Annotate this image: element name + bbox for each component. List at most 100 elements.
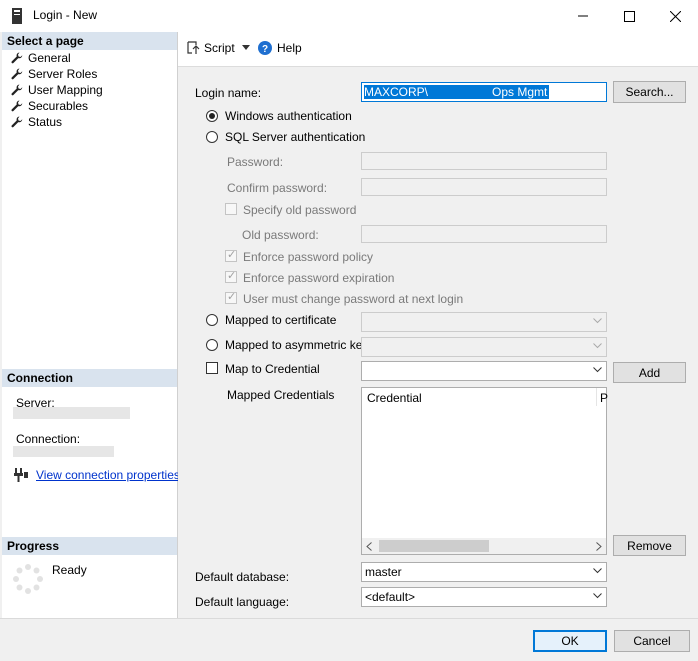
dialog-footer: OK Cancel <box>0 618 698 661</box>
connection-value-redacted <box>13 446 114 457</box>
wrench-icon <box>11 100 23 112</box>
close-icon <box>669 10 681 22</box>
connection-label: Connection: <box>16 432 81 446</box>
chevron-down-icon <box>593 367 602 373</box>
connection-properties-icon <box>13 468 29 485</box>
script-dropdown-arrow-icon[interactable] <box>242 45 250 50</box>
sidebar-item-label: Status <box>28 115 63 129</box>
maximize-button[interactable] <box>606 0 652 32</box>
default-language-label: Default language: <box>195 595 290 609</box>
mapped-asym-key-radio[interactable] <box>206 339 218 351</box>
enforce-policy-checkbox[interactable] <box>225 248 237 262</box>
windows-auth-label: Windows authentication <box>225 109 352 123</box>
close-button[interactable] <box>652 0 698 32</box>
scrollbar-thumb[interactable] <box>379 540 489 552</box>
specify-old-password-checkbox[interactable] <box>225 203 237 215</box>
help-label: Help <box>277 41 302 55</box>
progress-header: Progress <box>2 537 177 555</box>
specify-old-password-label: Specify old password <box>243 203 357 217</box>
sidebar-item-status[interactable]: Status <box>11 114 62 130</box>
old-password-input[interactable] <box>361 225 607 243</box>
chevron-down-icon <box>593 343 602 349</box>
title-bar: Login - New <box>0 0 698 32</box>
old-password-label: Old password: <box>242 228 319 242</box>
default-database-label: Default database: <box>195 570 290 584</box>
enforce-policy-label: Enforce password policy <box>243 250 374 264</box>
main-panel: Script ? Help Login name: MAXCORP\ Ops M… <box>178 32 698 618</box>
login-name-label: Login name: <box>195 86 262 100</box>
sidebar-item-server-roles[interactable]: Server Roles <box>11 66 97 82</box>
sidebar-item-label: User Mapping <box>28 83 103 97</box>
default-database-value: master <box>365 565 402 579</box>
help-icon: ? <box>258 41 272 55</box>
must-change-label: User must change password at next login <box>243 292 464 306</box>
map-credential-label: Map to Credential <box>225 362 320 376</box>
mapped-credentials-label: Mapped Credentials <box>227 388 335 402</box>
toolbar: Script ? Help <box>178 32 698 66</box>
default-language-value: <default> <box>365 590 416 604</box>
login-name-selection: MAXCORP\ Ops Mgmt <box>364 85 550 99</box>
mapped-certificate-label: Mapped to certificate <box>225 313 337 327</box>
horizontal-scrollbar[interactable] <box>362 538 606 554</box>
default-database-combo[interactable]: master <box>361 562 607 582</box>
minimize-button[interactable] <box>560 0 606 32</box>
app-icon <box>11 8 23 24</box>
mapped-certificate-radio[interactable] <box>206 314 218 326</box>
maximize-icon <box>623 10 635 22</box>
add-button[interactable]: Add <box>613 362 686 383</box>
confirm-password-label: Confirm password: <box>227 181 328 195</box>
toolbar-separator <box>178 66 698 67</box>
connection-header: Connection <box>2 369 177 387</box>
scroll-left-icon[interactable] <box>366 542 372 551</box>
login-name-suffix: Ops Mgmt <box>492 85 548 99</box>
sidebar-item-label: Server Roles <box>28 67 98 81</box>
credential-combo[interactable] <box>361 361 607 381</box>
password-input[interactable] <box>361 152 607 170</box>
login-new-window: Login - New Select a page General Server… <box>0 0 698 661</box>
mapped-asym-key-label: Mapped to asymmetric key <box>225 338 369 352</box>
enforce-expiration-checkbox[interactable] <box>225 269 237 283</box>
enforce-expiration-label: Enforce password expiration <box>243 271 395 285</box>
sql-auth-radio[interactable] <box>206 131 218 143</box>
wrench-icon <box>11 52 23 64</box>
ok-button[interactable]: OK <box>533 630 607 652</box>
help-button[interactable]: ? Help <box>258 40 302 56</box>
script-label: Script <box>204 41 235 55</box>
provider-column-header[interactable]: P <box>600 391 608 405</box>
asym-key-combo[interactable] <box>361 337 607 357</box>
sidebar-item-label: Securables <box>28 99 89 113</box>
wrench-icon <box>11 68 23 80</box>
select-page-header: Select a page <box>2 32 177 50</box>
chevron-down-icon <box>593 318 602 324</box>
login-name-input[interactable]: MAXCORP\ Ops Mgmt <box>361 82 607 102</box>
must-change-checkbox[interactable] <box>225 290 237 304</box>
map-credential-checkbox[interactable] <box>206 362 218 374</box>
scroll-right-icon[interactable] <box>596 542 602 551</box>
remove-button[interactable]: Remove <box>613 535 686 556</box>
default-language-combo[interactable]: <default> <box>361 587 607 607</box>
svg-text:?: ? <box>262 44 268 55</box>
search-button[interactable]: Search... <box>613 81 686 103</box>
progress-spinner-icon <box>13 564 43 597</box>
sql-auth-label: SQL Server authentication <box>225 130 366 144</box>
script-button[interactable]: Script <box>186 40 235 56</box>
column-divider <box>596 388 597 406</box>
wrench-icon <box>11 84 23 96</box>
view-connection-properties-link[interactable]: View connection properties <box>36 468 180 482</box>
credential-column-header[interactable]: Credential <box>367 391 422 405</box>
sidebar-item-general[interactable]: General <box>11 50 71 66</box>
windows-auth-radio[interactable] <box>206 110 218 122</box>
certificate-combo[interactable] <box>361 312 607 332</box>
sidebar: Select a page General Server Roles User … <box>2 32 180 618</box>
login-name-prefix: MAXCORP\ <box>364 85 429 99</box>
mapped-credentials-list[interactable]: Credential P <box>361 387 608 555</box>
chevron-down-icon <box>593 593 602 599</box>
confirm-password-input[interactable] <box>361 178 607 196</box>
progress-status: Ready <box>52 563 87 577</box>
window-title: Login - New <box>33 8 98 22</box>
sidebar-item-user-mapping[interactable]: User Mapping <box>11 82 103 98</box>
server-value-redacted <box>13 407 130 419</box>
cancel-button[interactable]: Cancel <box>614 630 690 652</box>
sidebar-item-securables[interactable]: Securables <box>11 98 88 114</box>
script-icon <box>187 41 200 54</box>
